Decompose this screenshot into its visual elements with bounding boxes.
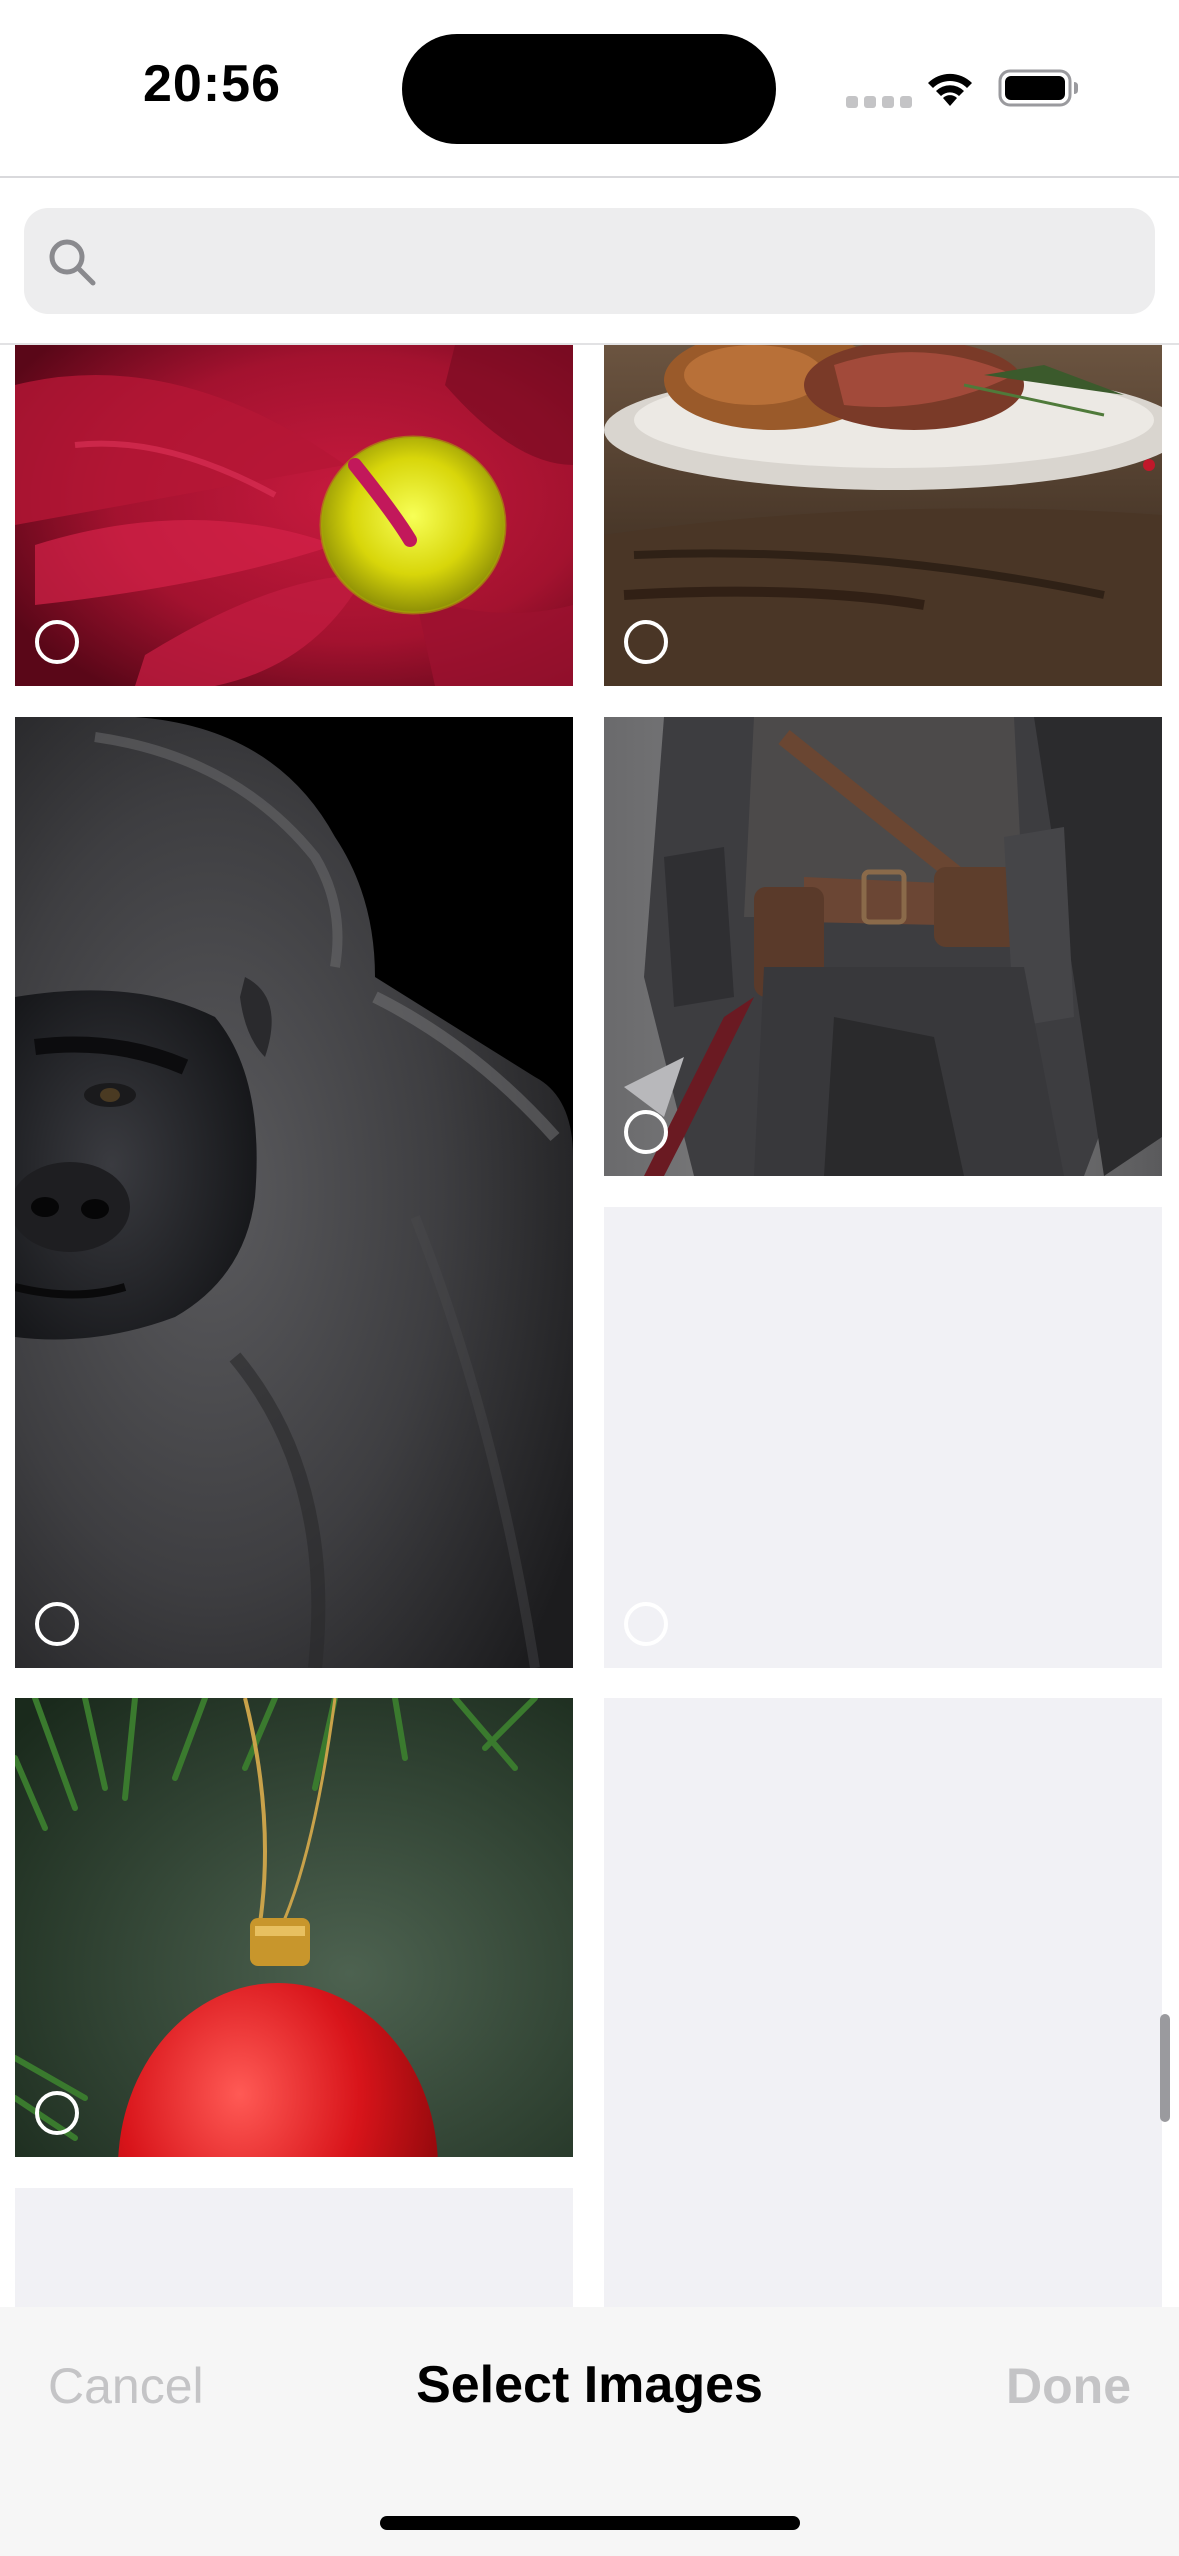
roast-dinner-image — [604, 345, 1162, 686]
home-indicator[interactable] — [380, 2516, 800, 2530]
cellular-signal-icon — [846, 96, 912, 108]
status-bar: 20:56 — [0, 0, 1179, 176]
image-tile-ornament[interactable] — [15, 1698, 573, 2157]
gorilla-image — [15, 717, 573, 1668]
warrior-image — [604, 717, 1162, 1176]
image-tile-red-flower[interactable] — [15, 345, 573, 686]
search-bar — [0, 178, 1179, 344]
battery-icon — [998, 69, 1078, 107]
select-circle[interactable] — [624, 1602, 668, 1646]
scroll-indicator[interactable] — [1160, 2014, 1170, 2122]
image-tile-gorilla[interactable] — [15, 717, 573, 1668]
image-grid — [0, 345, 1179, 2307]
search-input[interactable] — [24, 208, 1155, 314]
cancel-button[interactable]: Cancel — [48, 2357, 204, 2415]
image-tile-roast-dinner[interactable] — [604, 345, 1162, 686]
status-time: 20:56 — [143, 55, 281, 113]
select-circle[interactable] — [35, 620, 79, 664]
wifi-icon — [928, 73, 972, 106]
select-circle[interactable] — [35, 2091, 79, 2135]
image-tile-placeholder[interactable] — [604, 1698, 1162, 2307]
select-circle[interactable] — [624, 620, 668, 664]
search-divider — [0, 343, 1179, 345]
image-picker-screen: 20:56 Cancel Select Images Done — [0, 0, 1179, 2556]
image-tile-placeholder[interactable] — [15, 2188, 573, 2307]
done-button[interactable]: Done — [1006, 2357, 1131, 2415]
red-flower-image — [15, 345, 573, 686]
search-icon — [49, 239, 96, 286]
select-circle[interactable] — [624, 1110, 668, 1154]
select-circle[interactable] — [35, 1602, 79, 1646]
dynamic-island — [402, 34, 776, 144]
image-tile-placeholder[interactable] — [604, 1207, 1162, 1668]
ornament-image — [15, 1698, 573, 2157]
image-tile-warrior[interactable] — [604, 717, 1162, 1176]
